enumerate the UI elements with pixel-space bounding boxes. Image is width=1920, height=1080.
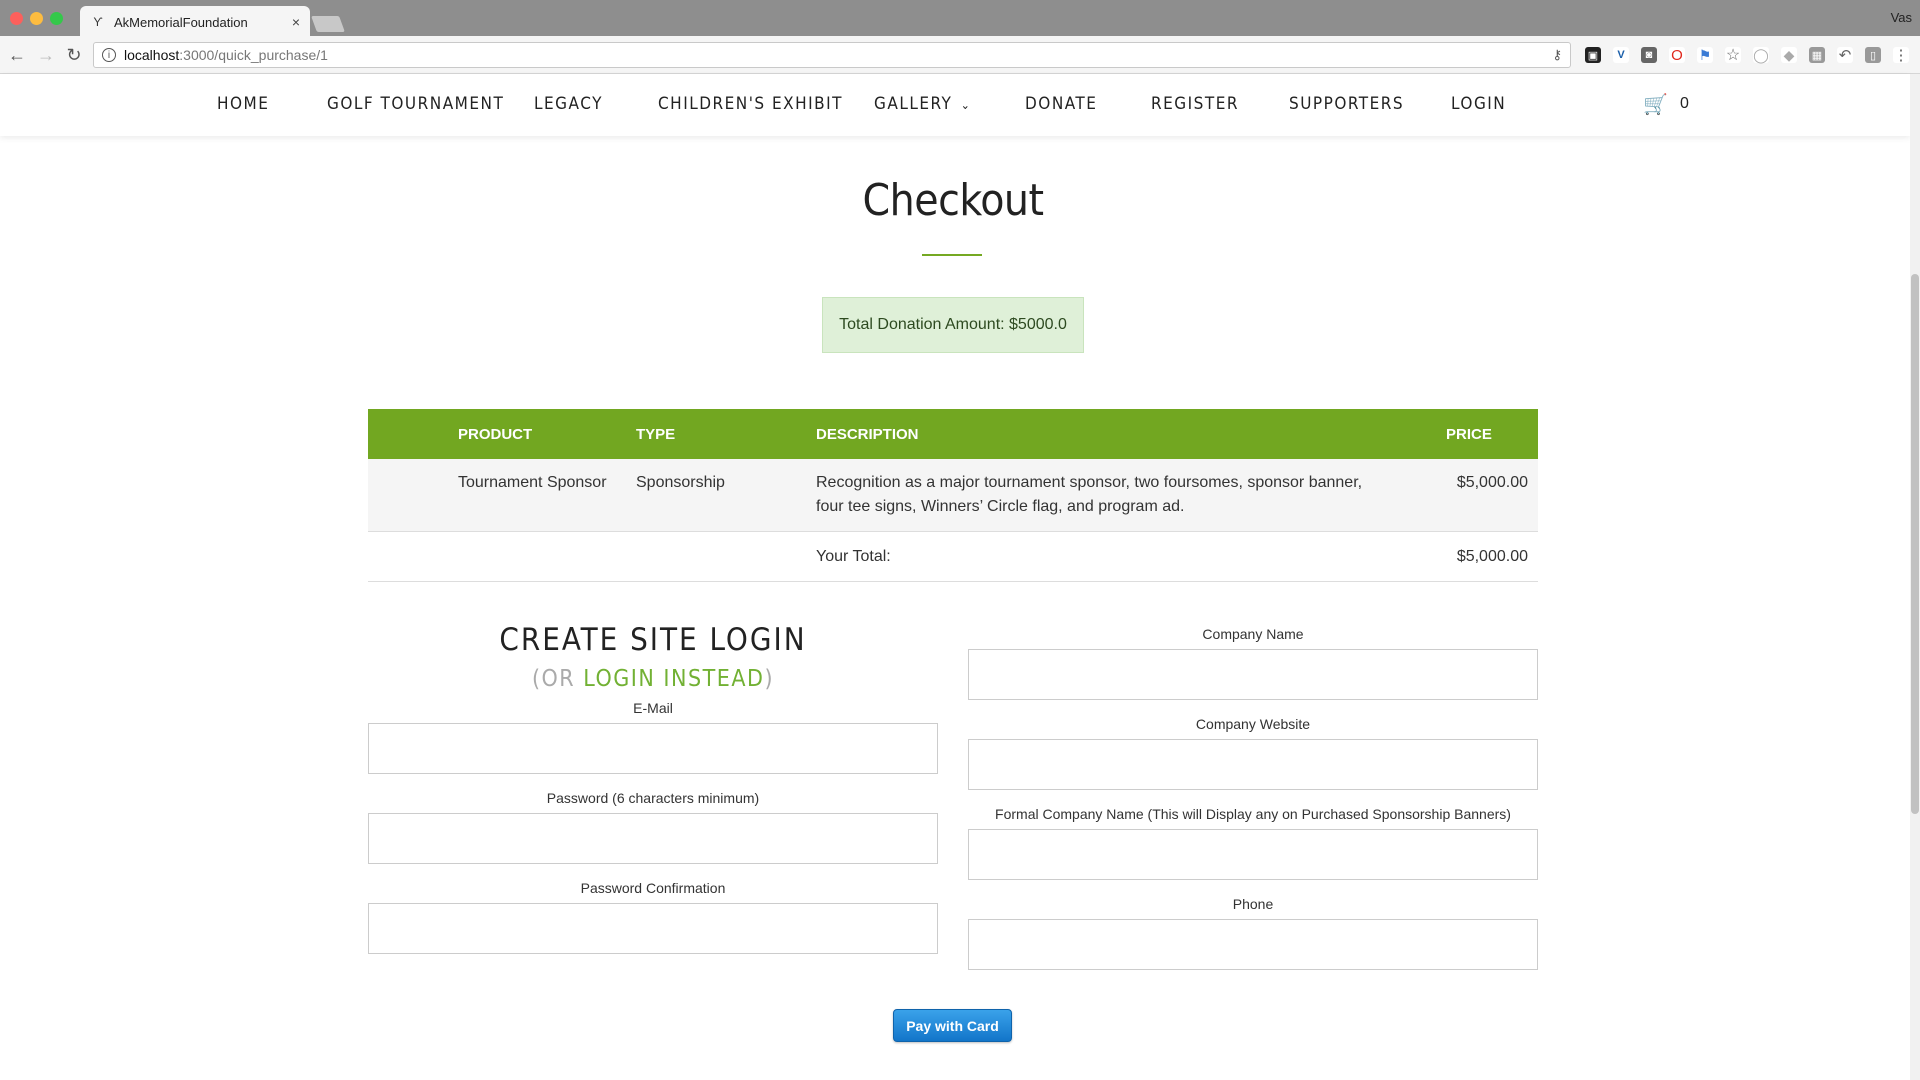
title-divider — [922, 254, 982, 256]
email-field[interactable] — [368, 723, 938, 774]
forward-arrow-icon[interactable]: → — [35, 44, 57, 66]
page-scrollbar[interactable] — [1910, 74, 1920, 1080]
donation-total-alert: Total Donation Amount: $5000.0 — [822, 297, 1084, 353]
nav-golf-tournament[interactable]: GOLF TOURNAMENT — [327, 94, 504, 114]
header-spacer — [368, 409, 448, 459]
cell-type: Sponsorship — [626, 459, 806, 532]
reload-icon[interactable]: ↻ — [63, 44, 85, 66]
formal-company-name-label: Formal Company Name (This will Display a… — [995, 806, 1511, 822]
extension-cube-icon[interactable]: ◆ — [1781, 47, 1797, 63]
cart-count: 0 — [1680, 95, 1689, 112]
company-website-field[interactable] — [968, 739, 1538, 790]
address-bar[interactable]: i localhost :3000/quick_purchase/1 ⚷ — [93, 42, 1571, 68]
table-row: Tournament Sponsor Sponsorship Recogniti… — [368, 459, 1538, 532]
browser-tab[interactable]: ϒ AkMemorialFoundation × — [80, 6, 310, 38]
or-prefix: (OR — [531, 666, 584, 692]
flag-icon[interactable]: ⚑ — [1697, 47, 1713, 63]
browser-tab-bar: ϒ AkMemorialFoundation × Vas — [0, 0, 1920, 38]
nav-register[interactable]: REGISTER — [1151, 94, 1239, 114]
profile-name[interactable]: Vas — [1891, 10, 1912, 25]
total-spacer — [626, 531, 806, 582]
window-minimize-button[interactable] — [30, 12, 43, 25]
site-info-icon[interactable]: i — [102, 48, 116, 62]
nav-gallery-label: GALLERY — [874, 94, 953, 114]
password-confirm-field[interactable] — [368, 903, 938, 954]
company-name-field[interactable] — [968, 649, 1538, 700]
chevron-down-icon: ⌄ — [960, 98, 972, 112]
nav-home[interactable]: HOME — [217, 94, 269, 114]
or-suffix: ) — [764, 666, 775, 692]
menu-dots-icon[interactable]: ⋮ — [1893, 47, 1909, 64]
password-confirm-label: Password Confirmation — [580, 880, 726, 896]
total-label: Your Total: — [806, 531, 1426, 582]
tab-close-icon[interactable]: × — [292, 14, 300, 30]
email-label: E-Mail — [633, 700, 673, 716]
nav-login[interactable]: LOGIN — [1451, 94, 1506, 114]
browser-toolbar: ← → ↻ i localhost :3000/quick_purchase/1… — [0, 36, 1920, 74]
window-close-button[interactable] — [10, 12, 23, 25]
login-instead-link[interactable]: LOGIN INSTEAD — [583, 666, 764, 692]
back-arrow-icon[interactable]: ← — [6, 44, 28, 66]
page-title: Checkout — [862, 175, 1044, 226]
nav-childrens-exhibit[interactable]: CHILDREN'S EXHIBIT — [658, 94, 843, 114]
new-tab-button[interactable] — [311, 16, 345, 32]
header-description: DESCRIPTION — [806, 409, 1426, 459]
row-spacer — [368, 459, 448, 532]
password-field[interactable] — [368, 813, 938, 864]
url-path: :3000/quick_purchase/1 — [179, 47, 328, 63]
extension-robot-icon[interactable]: ◙ — [1641, 47, 1657, 63]
extension-calendar-icon[interactable]: ▦ — [1809, 47, 1825, 63]
bookmark-star-icon[interactable]: ☆ — [1725, 47, 1741, 64]
scrollbar-thumb[interactable] — [1911, 274, 1919, 814]
reply-icon[interactable]: ↶ — [1837, 47, 1853, 64]
key-icon[interactable]: ⚷ — [1552, 47, 1562, 63]
nav-supporters[interactable]: SUPPORTERS — [1289, 94, 1404, 114]
phone-field[interactable] — [968, 919, 1538, 970]
create-login-heading: CREATE SITE LOGIN — [499, 622, 807, 658]
cart-table: PRODUCT TYPE DESCRIPTION PRICE Tournamen… — [368, 409, 1538, 582]
table-header-row: PRODUCT TYPE DESCRIPTION PRICE — [368, 409, 1538, 459]
company-name-label: Company Name — [1202, 626, 1304, 642]
header-product: PRODUCT — [448, 409, 626, 459]
nav-donate[interactable]: DONATE — [1025, 94, 1097, 114]
site-navigation: HOME GOLF TOURNAMENT LEGACY CHILDREN'S E… — [0, 74, 1910, 136]
total-row: Your Total: $5,000.00 — [368, 531, 1538, 582]
total-spacer — [448, 531, 626, 582]
opera-icon[interactable]: O — [1669, 47, 1685, 64]
tab-title: AkMemorialFoundation — [114, 14, 248, 30]
extension-icon[interactable]: ▣ — [1585, 47, 1601, 63]
phone-label: Phone — [1232, 896, 1274, 912]
extension-doc-icon[interactable]: ▯ — [1865, 47, 1881, 63]
cell-product: Tournament Sponsor — [448, 459, 626, 532]
header-price: PRICE — [1426, 409, 1538, 459]
cell-description: Recognition as a major tournament sponso… — [806, 459, 1426, 532]
company-website-label: Company Website — [1195, 716, 1311, 732]
header-type: TYPE — [626, 409, 806, 459]
nav-legacy[interactable]: LEGACY — [534, 94, 603, 114]
login-instead-line: (OR LOGIN INSTEAD) — [368, 666, 938, 692]
extension-circle-icon[interactable]: ◯ — [1753, 47, 1769, 63]
cart-icon[interactable]: 🛒 — [1643, 92, 1668, 117]
cell-price: $5,000.00 — [1426, 459, 1538, 532]
total-value: $5,000.00 — [1426, 531, 1538, 582]
pay-with-card-button[interactable]: Pay with Card — [893, 1009, 1012, 1042]
total-spacer — [368, 531, 448, 582]
extension-v-icon[interactable]: V — [1613, 47, 1629, 63]
window-zoom-button[interactable] — [50, 12, 63, 25]
password-label: Password (6 characters minimum) — [546, 790, 760, 806]
nav-gallery[interactable]: GALLERY ⌄ — [874, 94, 971, 114]
formal-company-name-field[interactable] — [968, 829, 1538, 880]
url-host: localhost — [124, 47, 180, 63]
site-favicon-icon: ϒ — [93, 15, 103, 29]
